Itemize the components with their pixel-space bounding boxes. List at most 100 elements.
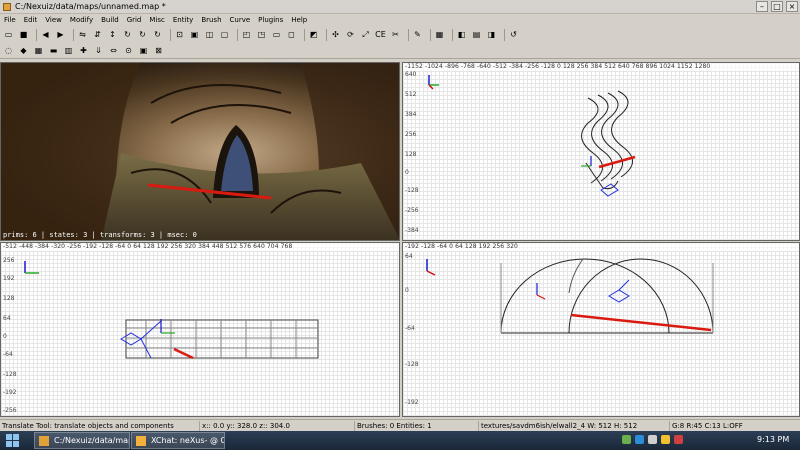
tray-icon[interactable] [648, 435, 657, 444]
tray-icon[interactable] [635, 435, 644, 444]
system-tray [622, 435, 683, 447]
menu-help[interactable]: Help [291, 14, 307, 26]
prefab-button[interactable]: ◆ [18, 46, 29, 57]
close-button[interactable]: × [786, 1, 798, 12]
menu-build[interactable]: Build [101, 14, 119, 26]
menu-curve[interactable]: Curve [230, 14, 251, 26]
toolbar-separator [304, 28, 305, 41]
menu-entity[interactable]: Entity [173, 14, 193, 26]
node-button[interactable]: ⊙ [123, 46, 134, 57]
csg-subtract-button[interactable]: ◰ [241, 29, 252, 40]
caulk-icon: ▣ [139, 46, 148, 55]
mirror-icon: ⇔ [110, 46, 117, 55]
plugin-toolbar: ◌ ◆ ▦ ▬ ▥ ✚ ⇓ ⇔ ⊙ ▣ ⊠ [0, 44, 800, 59]
select-touching-button[interactable]: ⊡ [174, 29, 185, 40]
xy-viewport-top-right[interactable]: -1152 -1024 -896 -768 -640 -512 -384 -25… [402, 62, 800, 241]
menu-edit[interactable]: Edit [24, 14, 38, 26]
rotate-z-button[interactable]: ↻ [152, 29, 163, 40]
rotate-x-button[interactable]: ↻ [122, 29, 133, 40]
taskbar-item-xchat[interactable]: XChat: neXus- @ Qu... [131, 432, 225, 449]
menu-misc[interactable]: Misc [149, 14, 164, 26]
camera-viewport[interactable]: prims: 6 | states: 3 | transforms: 3 | m… [0, 62, 400, 241]
undo-button[interactable]: ◀ [40, 29, 51, 40]
open-button[interactable]: ▭ [3, 29, 14, 40]
patch-bend-button[interactable]: ▦ [434, 29, 445, 40]
minimize-button[interactable]: – [756, 1, 768, 12]
texture-view-icon: ▤ [472, 29, 481, 39]
caulk-button[interactable]: ▣ [138, 46, 149, 57]
vertex-button[interactable]: ✚ [78, 46, 89, 57]
change-views-button[interactable]: ◩ [308, 29, 319, 40]
pull-icon: ⇓ [95, 46, 102, 55]
status-grid: G:8 R:45 C:13 L:OFF [672, 421, 743, 430]
cubic-clip-button[interactable]: ◧ [456, 29, 467, 40]
xz-viewport-bottom-left[interactable]: -512 -448 -384 -320 -256 -192 -128 -64 0… [0, 242, 400, 417]
menu-view[interactable]: View [45, 14, 62, 26]
select-partial-tall-button[interactable]: ▢ [219, 29, 230, 40]
taskbar-item-radiant[interactable]: C:/Nexuiz/data/map... [34, 432, 130, 449]
csg-merge-button[interactable]: ◳ [256, 29, 267, 40]
translate-button[interactable]: ✣ [330, 29, 341, 40]
brush-split-button[interactable]: ▬ [48, 46, 59, 57]
rotate-button[interactable]: ⟳ [345, 29, 356, 40]
select-inside-button[interactable]: ▣ [189, 29, 200, 40]
start-button[interactable] [6, 434, 19, 447]
menu-modify[interactable]: Modify [70, 14, 93, 26]
entity-view-button[interactable]: ◨ [486, 29, 497, 40]
menu-grid[interactable]: Grid [127, 14, 142, 26]
tray-icon[interactable] [674, 435, 683, 444]
csg-merge-icon: ◳ [257, 29, 266, 39]
texture-lock-icon: ✎ [414, 29, 421, 39]
texture-view-button[interactable]: ▤ [471, 29, 482, 40]
rotate-icon: ⟳ [347, 29, 354, 39]
camera-stats: prims: 6 | states: 3 | transforms: 3 | m… [3, 231, 197, 239]
toolbar-separator [408, 28, 409, 41]
yz-geometry [426, 258, 714, 334]
component-mode-button[interactable]: CE [375, 29, 386, 40]
main-toolbar: ▭ ■ ◀ ▶ ⇋ ⇵ ↕ ↻ ↻ ↻ ⊡ ▣ ◫ ▢ ◰ ◳ ▭ ◻ ◩ ✣ ⟳ ⤢ CE ✂ ✎ ▦ ◧ ▤ ◨ ↺ [0, 27, 800, 42]
save-button[interactable]: ■ [18, 29, 29, 40]
menu-plugins[interactable]: Plugins [258, 14, 283, 26]
pull-button[interactable]: ⇓ [93, 46, 104, 57]
scale-button[interactable]: ⤢ [360, 29, 371, 40]
make-room-button[interactable]: ◻ [286, 29, 297, 40]
clear-button[interactable]: ⊠ [153, 46, 164, 57]
undo-icon: ◀ [42, 29, 49, 39]
status-coordinates: x:: 0.0 y:: 328.0 z:: 304.0 [200, 420, 355, 431]
mirror-button[interactable]: ⇔ [108, 46, 119, 57]
flip-z-icon: ↕ [109, 29, 116, 39]
make-hollow-icon: ▭ [272, 29, 281, 39]
maximize-button[interactable]: □ [771, 1, 783, 12]
flip-x-icon: ⇋ [79, 29, 86, 39]
terrain-button[interactable]: ▦ [33, 46, 44, 57]
tray-icon[interactable] [661, 435, 670, 444]
texture-lock-button[interactable]: ✎ [412, 29, 423, 40]
redo-button[interactable]: ▶ [55, 29, 66, 40]
toolbar-separator [452, 28, 453, 41]
make-room-icon: ◻ [288, 29, 295, 39]
selected-brush-edge [173, 347, 194, 360]
merge-patches-button[interactable]: ▥ [63, 46, 74, 57]
flip-y-icon: ⇵ [94, 29, 101, 39]
menu-file[interactable]: File [4, 14, 16, 26]
menu-brush[interactable]: Brush [201, 14, 221, 26]
taskbar-item-label: XChat: neXus- @ Qu... [151, 436, 224, 445]
app-icon [3, 3, 11, 11]
vertex-icon: ✚ [80, 46, 87, 55]
select-complete-tall-button[interactable]: ◫ [204, 29, 215, 40]
clipper-button[interactable]: ✂ [390, 29, 401, 40]
make-hollow-button[interactable]: ▭ [271, 29, 282, 40]
flip-x-button[interactable]: ⇋ [77, 29, 88, 40]
refresh-models-button[interactable]: ↺ [508, 29, 519, 40]
flip-y-button[interactable]: ⇵ [92, 29, 103, 40]
tray-icon[interactable] [622, 435, 631, 444]
window-title: C:/Nexuiz/data/maps/unnamed.map * [15, 2, 166, 11]
flip-z-button[interactable]: ↕ [107, 29, 118, 40]
refresh-models-icon: ↺ [510, 29, 517, 39]
yz-viewport-bottom-right[interactable]: -192 -128 -64 0 64 128 192 256 320 64 0 … [402, 242, 800, 417]
toolbar-separator [237, 28, 238, 41]
selected-brush-edge [598, 155, 636, 169]
rotate-y-button[interactable]: ↻ [137, 29, 148, 40]
selected-brush-edge [570, 313, 712, 332]
bobtoolz-button[interactable]: ◌ [3, 46, 14, 57]
